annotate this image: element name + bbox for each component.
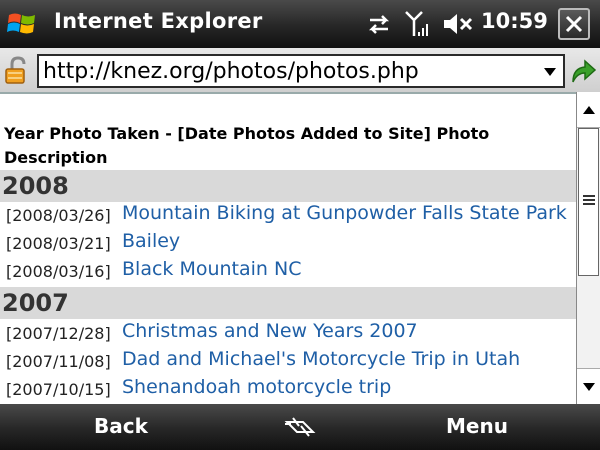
speaker-muted-icon[interactable] [442, 11, 474, 37]
list-item: [2008/03/16] Black Mountain NC [0, 258, 576, 286]
signal-strength-icon[interactable] [404, 10, 430, 38]
page-header: Year Photo Taken - [Date Photos Added to… [4, 124, 490, 167]
softkey-bar: Back Menu [0, 404, 600, 450]
entry-date: [2008/03/26] [6, 206, 111, 225]
entry-date: [2007/11/08] [6, 352, 111, 371]
windows-start-icon[interactable] [6, 8, 38, 40]
scroll-down-arrow-icon [582, 382, 595, 391]
year-heading-2008: 2008 [0, 170, 576, 202]
input-panel-icon[interactable] [283, 412, 319, 442]
security-lock-icon[interactable] [3, 56, 33, 86]
dropdown-arrow-icon[interactable] [543, 67, 557, 77]
scroll-up-arrow-icon [582, 105, 595, 114]
app-title: Internet Explorer [54, 9, 263, 33]
entry-link[interactable]: Shenandoah motorcycle trip [122, 376, 391, 398]
entry-link[interactable]: Dad and Michael's Motorcycle Trip in Uta… [122, 348, 520, 370]
entry-date: [2008/03/21] [6, 234, 111, 253]
scroll-up-button[interactable] [577, 92, 600, 128]
page-content[interactable]: Year Photo Taken - [Date Photos Added to… [0, 92, 576, 404]
grip-icon [583, 195, 595, 205]
data-connection-icon[interactable] [366, 12, 392, 36]
entry-date: [2007/10/15] [6, 380, 111, 399]
back-softkey[interactable]: Back [94, 414, 148, 438]
vertical-scrollbar[interactable] [576, 92, 600, 404]
url-input[interactable]: http://knez.org/photos/photos.php [37, 54, 565, 88]
list-item: [2008/03/21] Bailey [0, 230, 576, 258]
entry-link[interactable]: Christmas and New Years 2007 [122, 320, 418, 342]
url-text[interactable]: http://knez.org/photos/photos.php [43, 59, 419, 84]
title-bar: Internet Explorer 10:59 [0, 0, 600, 48]
go-arrow-icon[interactable] [567, 56, 597, 86]
menu-softkey[interactable]: Menu [446, 414, 508, 438]
clock[interactable]: 10:59 [481, 9, 548, 33]
status-icons [366, 10, 474, 38]
scroll-down-button[interactable] [577, 368, 600, 404]
list-item: [2007/12/28] Christmas and New Years 200… [0, 320, 576, 348]
close-icon [565, 15, 583, 33]
close-button[interactable] [558, 8, 590, 40]
list-item: [2007/11/08] Dad and Michael's Motorcycl… [0, 348, 576, 376]
list-item: [2007/10/15] Shenandoah motorcycle trip [0, 376, 576, 404]
list-item: [2008/03/26] Mountain Biking at Gunpowde… [0, 202, 576, 230]
entry-link[interactable]: Bailey [122, 230, 180, 252]
entry-date: [2007/12/28] [6, 324, 111, 343]
entry-link[interactable]: Mountain Biking at Gunpowder Falls State… [122, 202, 567, 224]
scroll-thumb[interactable] [578, 128, 599, 276]
entry-date: [2008/03/16] [6, 262, 111, 281]
entry-link[interactable]: Black Mountain NC [122, 258, 301, 280]
year-heading-2007: 2007 [0, 287, 576, 319]
